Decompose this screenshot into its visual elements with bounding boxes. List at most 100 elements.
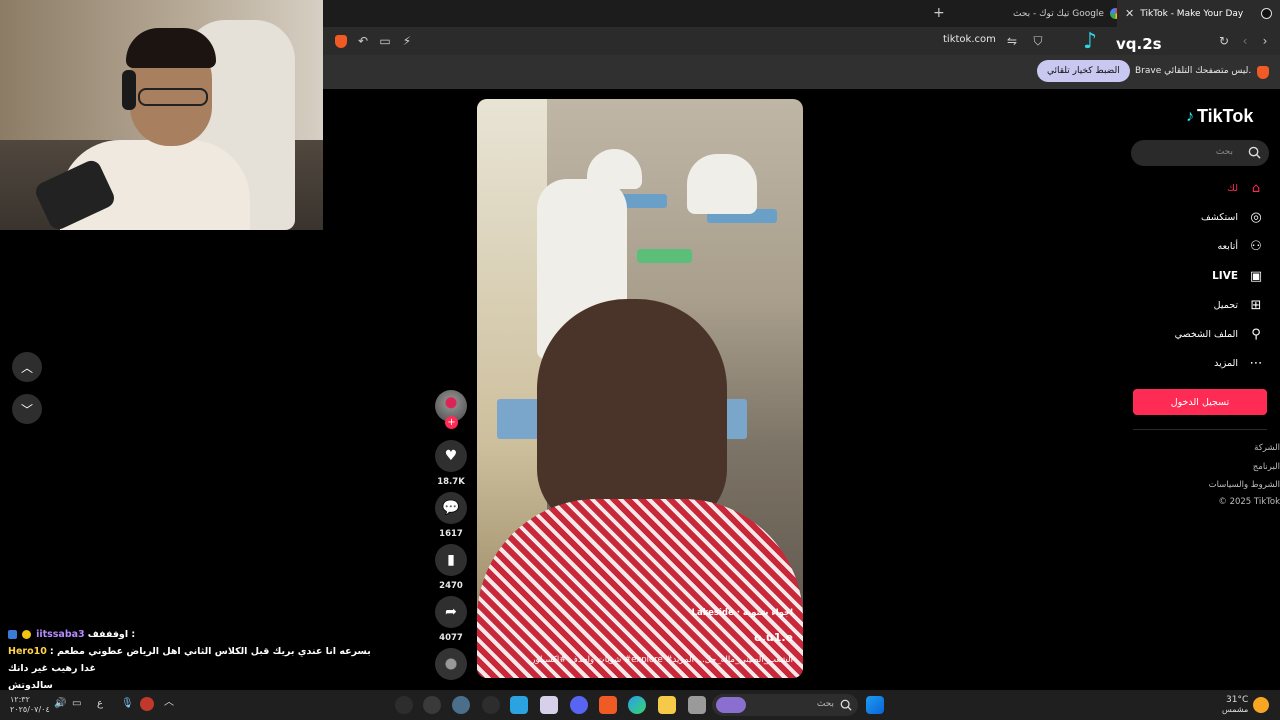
- set-default-button[interactable]: الضبط كخيار تلقائي: [1037, 60, 1130, 82]
- default-browser-infobar: الضبط كخيار تلقائي Brave ليس متصفحك التل…: [323, 55, 1280, 89]
- webcam-glasses: [138, 88, 208, 106]
- taskbar-search-input[interactable]: بحث: [712, 694, 858, 716]
- tab-title: TikTok - Make Your Day: [1140, 8, 1244, 19]
- sidebar-item-label: استكشف: [1200, 211, 1238, 223]
- creator-avatar-button[interactable]: +: [432, 390, 470, 429]
- sidebar-item-more[interactable]: المزيد ⋯: [1214, 355, 1264, 371]
- heart-icon: ♥: [435, 440, 467, 472]
- webcam-person-hair: [126, 28, 216, 68]
- task-view-icon[interactable]: [688, 696, 706, 714]
- chat-username: Hero10: [8, 646, 47, 657]
- steam-icon[interactable]: [452, 696, 470, 714]
- sidebar-item-label: الملف الشخصي: [1174, 328, 1238, 340]
- comment-count: 1617: [439, 529, 463, 539]
- discord-icon[interactable]: [570, 696, 588, 714]
- telegram-icon[interactable]: [510, 696, 528, 714]
- edge-browser-icon[interactable]: [628, 696, 646, 714]
- sidebar-item-following[interactable]: أتابعه ⚇: [1218, 238, 1265, 254]
- weather-description[interactable]: مشمس: [1222, 705, 1248, 715]
- back-icon[interactable]: ›: [1257, 33, 1273, 49]
- input-language[interactable]: ع: [97, 699, 103, 709]
- footer-link-terms[interactable]: الشروط والسياسات: [1209, 480, 1280, 490]
- undo-icon[interactable]: ↶: [355, 33, 371, 49]
- forward-icon[interactable]: ‹: [1237, 33, 1253, 49]
- site-settings-icon[interactable]: ⇋: [1004, 33, 1020, 49]
- video-player[interactable]: Lakeside · اجواء شتوية o.u1.e شويات واحذ…: [477, 99, 803, 678]
- search-input[interactable]: بحث: [1131, 140, 1269, 166]
- video-author[interactable]: o.u1.e: [754, 631, 793, 644]
- video-description[interactable]: شويات واحذف #اكسبلور #explore #الشعب_الص…: [531, 655, 793, 665]
- taskbar-time[interactable]: ١٢:٣٢: [10, 695, 30, 705]
- comment-button[interactable]: 💬 1617: [432, 492, 470, 539]
- comment-icon: 💬: [435, 492, 467, 524]
- tab-tiktok[interactable]: ✕ TikTok - Make Your Day: [1117, 0, 1280, 27]
- tray-chevron-up-icon[interactable]: ︿: [164, 698, 174, 708]
- next-video-button[interactable]: ﹀: [12, 394, 42, 424]
- brave-shield-icon[interactable]: [333, 33, 349, 49]
- volume-icon[interactable]: 🔊: [54, 699, 66, 709]
- cat-app-icon[interactable]: [540, 696, 558, 714]
- windows-start-icon[interactable]: [866, 696, 884, 714]
- sidebar-item-upload[interactable]: تحميل ⊞: [1214, 297, 1264, 313]
- sidebar-item-profile[interactable]: الملف الشخصي ⚲: [1175, 326, 1264, 342]
- search-highlight-icon: [716, 697, 746, 713]
- tiktok-favicon-icon: [1261, 8, 1272, 19]
- new-tab-icon[interactable]: +: [933, 5, 945, 21]
- sun-weather-icon[interactable]: [1253, 697, 1269, 713]
- streamer-webcam: [0, 0, 323, 230]
- browser-tab-bar: + تيك توك - بحث Google ✕ TikTok - Make Y…: [323, 0, 1280, 27]
- save-count: 2470: [439, 581, 463, 591]
- reload-icon[interactable]: ↻: [1216, 33, 1232, 49]
- overlay-handle: vq.2s: [1116, 35, 1162, 53]
- profile-icon: ⚲: [1251, 326, 1261, 342]
- search-icon[interactable]: [1248, 146, 1261, 159]
- sidebar-item-foryou[interactable]: لك ⌂: [1227, 180, 1264, 196]
- file-explorer-icon[interactable]: [658, 696, 676, 714]
- tiktok-logo-text: TikTok: [1197, 106, 1254, 126]
- music-disc-button[interactable]: [432, 648, 470, 680]
- infobar-message: Brave ليس متصفحك التلقائي.: [1135, 66, 1252, 76]
- tiktok-logo[interactable]: ♪ TikTok: [1186, 106, 1253, 127]
- address-bar-url[interactable]: tiktok.com: [943, 34, 996, 45]
- compass-icon: ◎: [1250, 209, 1262, 225]
- settings-gear-icon[interactable]: [395, 696, 413, 714]
- tiktok-logo-icon: ♪: [1186, 107, 1194, 125]
- chat-badge-icon: [22, 630, 32, 639]
- webcam-headset: [122, 70, 136, 110]
- close-icon[interactable]: ✕: [1125, 7, 1134, 20]
- tab-google-search[interactable]: تيك توك - بحث Google: [1013, 0, 1121, 27]
- share-icon: ➦: [435, 596, 467, 628]
- recording-icon[interactable]: [140, 697, 154, 711]
- footer-link-program[interactable]: البرنامج: [1253, 462, 1280, 472]
- brave-browser-icon[interactable]: [599, 696, 617, 714]
- chat-message: اوفففف :: [87, 629, 136, 640]
- sidebar-item-live[interactable]: LIVE ▣: [1212, 268, 1264, 284]
- wallet-icon[interactable]: ⚡: [399, 33, 415, 49]
- chat-line: iitssaba3 اوفففف :: [8, 626, 380, 643]
- like-count: 18.7K: [437, 477, 465, 487]
- sidebar-item-label: أتابعه: [1217, 240, 1239, 252]
- obs-icon[interactable]: [482, 696, 500, 714]
- share-button[interactable]: ➦ 4077: [432, 596, 470, 643]
- more-icon: ⋯: [1249, 355, 1263, 371]
- bookmark-icon[interactable]: ⛉: [1030, 33, 1046, 49]
- microphone-icon[interactable]: 🎙: [121, 699, 134, 709]
- tab-title: تيك توك - بحث Google: [1013, 8, 1104, 19]
- cast-icon[interactable]: ▭: [377, 33, 393, 49]
- follow-plus-icon[interactable]: +: [445, 416, 458, 429]
- footer-link-company[interactable]: الشركة: [1254, 443, 1280, 453]
- sidebar-item-label: لك: [1227, 182, 1238, 194]
- previous-video-button[interactable]: ︿: [12, 352, 42, 382]
- like-button[interactable]: ♥ 18.7K: [432, 440, 470, 487]
- clock-app-icon[interactable]: [423, 696, 441, 714]
- video-sound-label[interactable]: Lakeside · اجواء شتوية: [692, 608, 793, 618]
- taskbar-date[interactable]: ٢٠٢٥/٠٧/٠٤: [10, 705, 50, 715]
- save-button[interactable]: ▮ 2470: [432, 544, 470, 591]
- sidebar-item-explore[interactable]: استكشف ◎: [1201, 209, 1264, 225]
- sidebar-item-label: تحميل: [1213, 299, 1238, 311]
- bookmark-icon: ▮: [435, 544, 467, 576]
- weather-temperature[interactable]: 31°C: [1226, 695, 1248, 705]
- network-icon[interactable]: ▭: [72, 699, 81, 709]
- video-desk: [637, 249, 692, 263]
- login-button[interactable]: تسجيل الدخول: [1133, 389, 1267, 415]
